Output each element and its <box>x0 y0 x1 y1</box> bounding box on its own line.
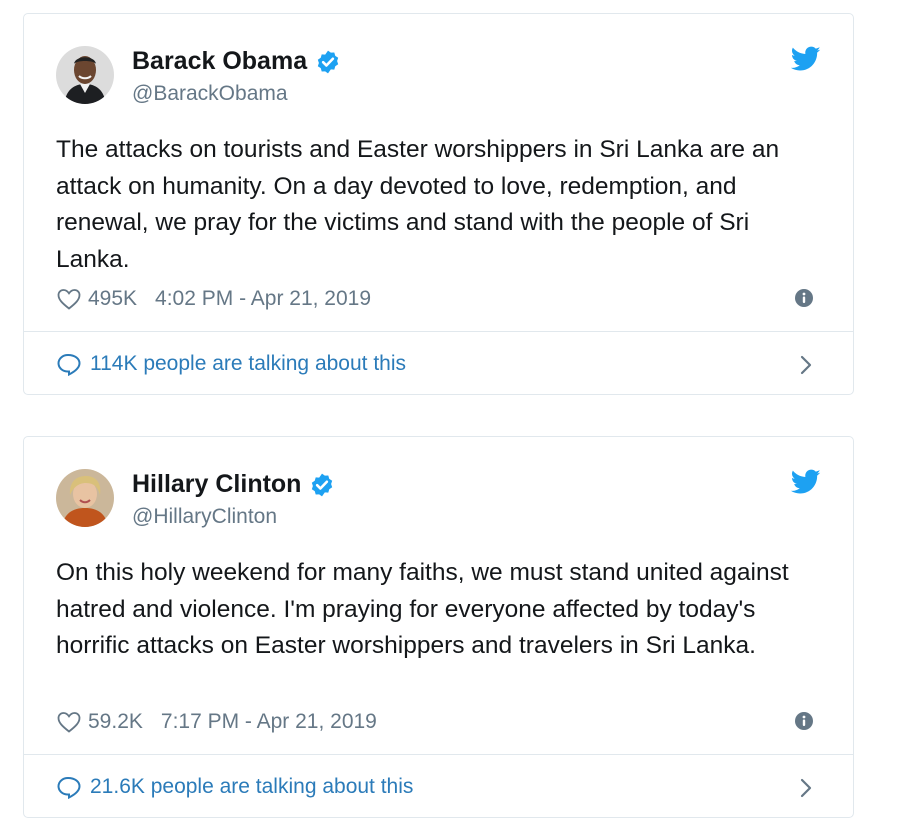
avatar[interactable] <box>56 46 114 104</box>
timestamp[interactable]: 4:02 PM - Apr 21, 2019 <box>155 287 371 311</box>
chevron-right-icon[interactable] <box>799 777 813 799</box>
talking-count[interactable]: 114K people are talking about this <box>90 352 406 376</box>
tweet-card[interactable]: Hillary Clinton @HillaryClinton On this … <box>23 436 854 818</box>
like-count[interactable]: 495K <box>88 287 137 311</box>
like-count[interactable]: 59.2K <box>88 710 143 734</box>
verified-badge-icon <box>312 473 333 496</box>
tweet-meta: 495K 4:02 PM - Apr 21, 2019 <box>56 284 821 314</box>
info-icon[interactable] <box>795 712 813 730</box>
name-row: Hillary Clinton <box>132 470 335 499</box>
tweet-card[interactable]: Barack Obama @BarackObama The attacks on… <box>23 13 854 395</box>
chevron-right-icon[interactable] <box>799 354 813 376</box>
timestamp[interactable]: 7:17 PM - Apr 21, 2019 <box>161 710 377 734</box>
tweet-header: Hillary Clinton @HillaryClinton <box>56 469 821 531</box>
reply-bubble-icon <box>57 353 81 376</box>
talking-count[interactable]: 21.6K people are talking about this <box>90 775 413 799</box>
tweet-header: Barack Obama @BarackObama <box>56 46 821 108</box>
heart-icon[interactable] <box>56 287 82 311</box>
conversation-link[interactable]: 114K people are talking about this <box>56 346 821 382</box>
tweet-meta: 59.2K 7:17 PM - Apr 21, 2019 <box>56 707 821 737</box>
twitter-bird-icon[interactable] <box>791 469 821 495</box>
tweet-text: On this holy weekend for many faiths, we… <box>56 559 789 659</box>
author-name[interactable]: Barack Obama <box>132 47 307 76</box>
author-handle[interactable]: @BarackObama <box>132 82 288 106</box>
verified-badge-icon <box>317 50 339 73</box>
avatar[interactable] <box>56 469 114 527</box>
reply-bubble-icon <box>57 776 81 799</box>
name-row: Barack Obama <box>132 47 341 76</box>
heart-icon[interactable] <box>56 710 82 734</box>
author-handle[interactable]: @HillaryClinton <box>132 505 277 529</box>
info-icon[interactable] <box>795 289 813 307</box>
tweet-text: The attacks on tourists and Easter worsh… <box>56 136 780 273</box>
divider <box>24 754 853 755</box>
twitter-bird-icon[interactable] <box>791 46 821 72</box>
conversation-link[interactable]: 21.6K people are talking about this <box>56 769 821 805</box>
divider <box>24 331 853 332</box>
author-name[interactable]: Hillary Clinton <box>132 470 301 499</box>
